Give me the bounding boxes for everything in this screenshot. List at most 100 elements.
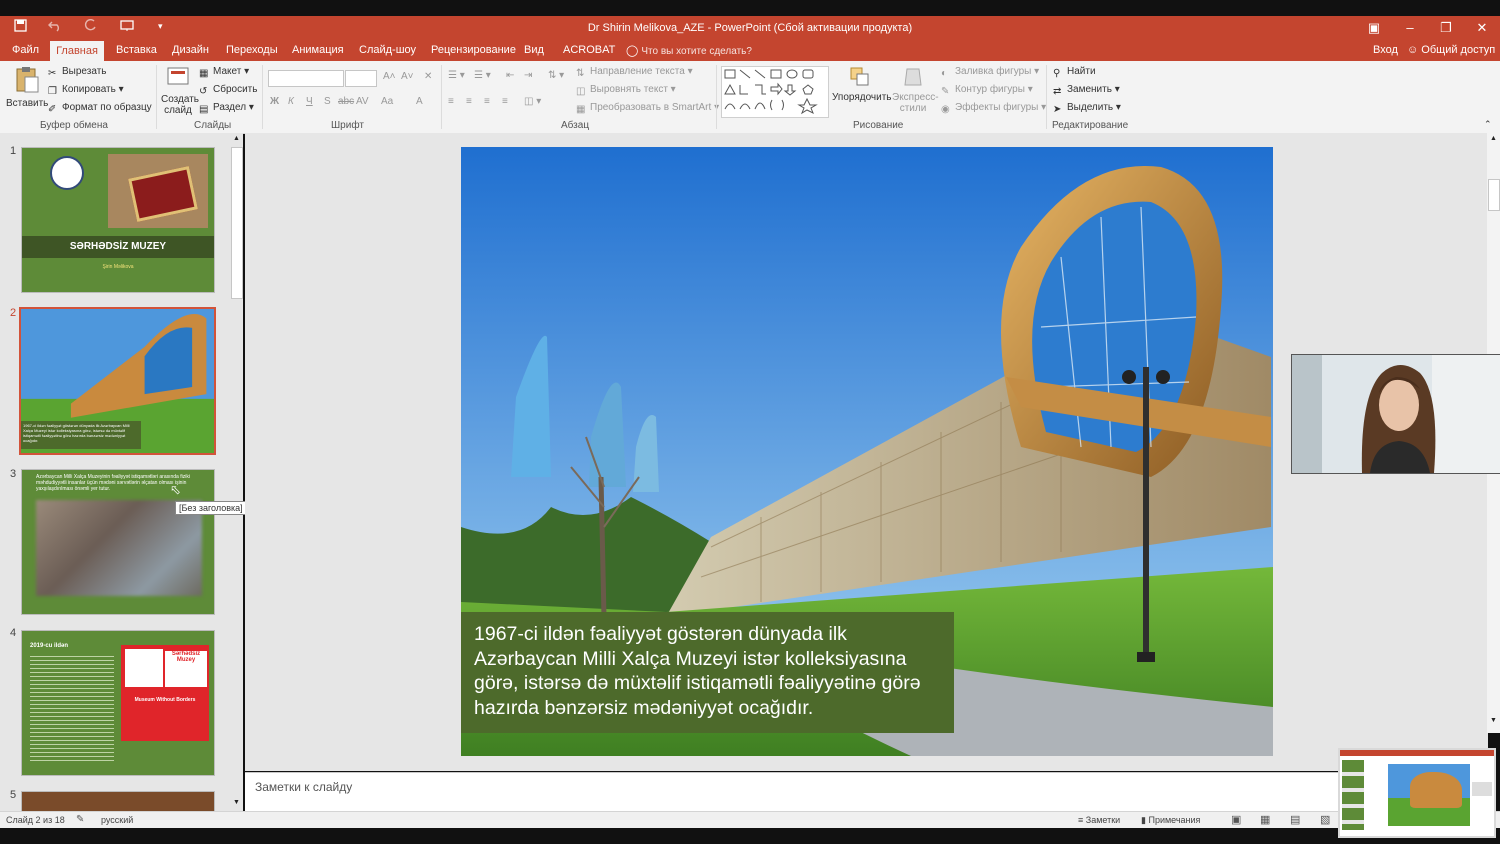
arrange-button[interactable]: Упорядочить: [832, 65, 892, 103]
text-direction-button[interactable]: ⇅ Направление текста ▾: [576, 66, 693, 79]
status-bar: Слайд 2 из 18 ✎ русский ≡ Заметки ▮ Прим…: [0, 811, 1500, 829]
grow-font-button[interactable]: A˄: [383, 71, 396, 82]
slide-thumbnail-4[interactable]: 2019-cu ildən Sərhədsiz Muzey Museum Wit…: [21, 630, 215, 776]
indent-increase-icon[interactable]: ⇥: [524, 70, 532, 81]
select-button[interactable]: ➤ Выделить ▾: [1053, 102, 1121, 115]
tell-me-box[interactable]: ◯ Что вы хотите сделать?: [626, 44, 752, 57]
scroll-up-icon[interactable]: ▲: [231, 135, 242, 145]
scroll-down-icon[interactable]: ▼: [231, 799, 242, 809]
slide-thumbnail-1[interactable]: SƏRHƏDSİZ MUZEY Şirin Məlikova: [21, 147, 215, 293]
shape-effects-button[interactable]: ◉ Эффекты фигуры ▾: [941, 102, 1046, 115]
new-slide-button[interactable]: Создать слайд: [161, 65, 199, 116]
smartart-button[interactable]: ▦Преобразовать в SmartArt ▾: [576, 102, 719, 115]
align-right-icon[interactable]: ≡: [484, 96, 490, 107]
slide-thumbnail-5[interactable]: [21, 791, 215, 813]
tab-animations[interactable]: Анимация: [292, 44, 344, 56]
tab-view[interactable]: Вид: [524, 44, 544, 56]
scrollbar-thumb[interactable]: [1488, 179, 1500, 211]
thumbnail-scrollbar[interactable]: ▲ ▼: [230, 133, 243, 811]
reading-view-icon[interactable]: ▤: [1290, 813, 1300, 826]
slide-counter: Слайд 2 из 18: [6, 815, 65, 825]
strikethrough-button[interactable]: abc: [338, 96, 354, 107]
comments-toggle-button[interactable]: ▮ Примечания: [1141, 815, 1200, 826]
quick-styles-button[interactable]: Экспресс-стили: [892, 65, 939, 114]
tab-transitions[interactable]: Переходы: [226, 44, 278, 56]
shapes-gallery[interactable]: [721, 66, 829, 118]
scissors-icon: ✂: [48, 68, 57, 79]
slide-thumbnail-2[interactable]: 1967-ci ildən fəaliyyət göstərən dünyada…: [19, 307, 216, 455]
indent-decrease-icon[interactable]: ⇤: [506, 70, 514, 81]
reset-button[interactable]: ↺ Сбросить: [199, 84, 257, 97]
tab-insert[interactable]: Вставка: [116, 44, 157, 56]
layout-label: Макет: [213, 66, 242, 77]
restore-button[interactable]: ❐: [1428, 18, 1464, 38]
shrink-font-button[interactable]: A˅: [401, 71, 414, 82]
slide-sorter-icon[interactable]: ▦: [1260, 813, 1270, 826]
share-button[interactable]: ☺ Общий доступ: [1407, 44, 1495, 56]
replace-button[interactable]: ⇄ Заменить ▾: [1053, 84, 1120, 97]
notes-toggle-button[interactable]: ≡ Заметки: [1078, 815, 1120, 825]
shape-fill-button[interactable]: ◐ Заливка фигуры ▾: [941, 66, 1039, 79]
close-button[interactable]: ✕: [1464, 18, 1500, 38]
divider: [441, 65, 442, 129]
underline-button[interactable]: Ч: [306, 96, 313, 107]
shape-outline-button[interactable]: ✎ Контур фигуры ▾: [941, 84, 1033, 97]
slide-thumbnail-3[interactable]: Azərbaycan Milli Xalça Muzeyinin fəaliyy…: [21, 469, 215, 615]
copy-button[interactable]: ❐ Копировать ▾: [48, 84, 124, 97]
font-color-button[interactable]: A: [416, 96, 423, 107]
font-size-box[interactable]: [345, 70, 377, 87]
sign-in-link[interactable]: Вход: [1373, 44, 1398, 56]
mouse-cursor-icon: ⬁: [170, 482, 181, 497]
webcam-background-window: [1292, 355, 1322, 473]
scroll-down-icon[interactable]: ▼: [1488, 717, 1499, 727]
character-spacing-button[interactable]: AV: [356, 96, 369, 107]
align-left-icon[interactable]: ≡: [448, 96, 454, 107]
shadow-button[interactable]: S: [324, 96, 331, 107]
minimize-button[interactable]: –: [1392, 18, 1428, 38]
numbering-icon[interactable]: ☰ ▾: [474, 70, 491, 81]
layout-button[interactable]: ▦ Макет ▾: [199, 66, 249, 79]
tab-acrobat[interactable]: ACROBAT: [563, 44, 615, 56]
scroll-up-icon[interactable]: ▲: [1488, 135, 1499, 145]
scrollbar-thumb[interactable]: [231, 147, 243, 299]
bullets-icon[interactable]: ☰ ▾: [448, 70, 465, 81]
notes-pane[interactable]: Заметки к слайду: [245, 772, 1488, 811]
font-name-box[interactable]: [268, 70, 344, 87]
slideshow-view-icon[interactable]: ▧: [1320, 813, 1330, 826]
slide-caption-box[interactable]: 1967-ci ildən fəaliyyət göstərən dünyada…: [461, 612, 954, 733]
tab-review[interactable]: Рецензирование: [431, 44, 516, 56]
text-direction-label: Направление текста: [590, 66, 685, 77]
align-text-button[interactable]: ◫ Выровнять текст ▾: [576, 84, 676, 97]
clear-formatting-icon[interactable]: ✕: [424, 71, 432, 82]
paste-button[interactable]: Вставить: [6, 65, 48, 109]
language-indicator[interactable]: русский: [101, 815, 133, 825]
cut-button[interactable]: ✂ Вырезать: [48, 66, 106, 79]
top-black-strip: [0, 0, 1500, 16]
divider: [262, 65, 263, 129]
section-button[interactable]: ▤ Раздел ▾: [199, 102, 254, 115]
tab-design[interactable]: Дизайн: [172, 44, 209, 56]
find-button[interactable]: ⚲ Найти: [1053, 66, 1096, 79]
tab-file[interactable]: Файл: [12, 44, 39, 56]
line-spacing-icon[interactable]: ⇅ ▾: [548, 70, 564, 81]
spellcheck-icon[interactable]: ✎: [76, 814, 84, 825]
collapse-ribbon-icon[interactable]: ⌃: [1484, 119, 1492, 130]
tab-slideshow[interactable]: Слайд-шоу: [359, 44, 416, 56]
arrange-label: Упорядочить: [832, 92, 892, 103]
columns-icon[interactable]: ◫ ▾: [524, 96, 541, 107]
justify-icon[interactable]: ≡: [502, 96, 508, 107]
bold-button[interactable]: Ж: [270, 96, 279, 107]
ribbon-display-options-button[interactable]: ▣: [1356, 18, 1392, 38]
replace-icon: ⇄: [1053, 86, 1062, 97]
thumbnail-heading: 2019-cu ildən: [30, 643, 69, 649]
format-painter-button[interactable]: ✐ Формат по образцу: [48, 102, 152, 115]
slide-thumbnails-pane[interactable]: 1 SƏRHƏDSİZ MUZEY Şirin Məlikova 2 1967-…: [0, 133, 230, 813]
normal-view-icon[interactable]: ▣: [1231, 813, 1241, 826]
change-case-button[interactable]: Aa: [381, 96, 393, 107]
italic-button[interactable]: К: [288, 96, 294, 107]
align-center-icon[interactable]: ≡: [466, 96, 472, 107]
new-slide-label: Создать слайд: [161, 94, 200, 116]
slide-canvas[interactable]: 1967-ci ildən fəaliyyət göstərən dünyada…: [461, 147, 1273, 756]
reset-icon: ↺: [199, 86, 208, 97]
tab-home[interactable]: Главная: [50, 41, 104, 61]
